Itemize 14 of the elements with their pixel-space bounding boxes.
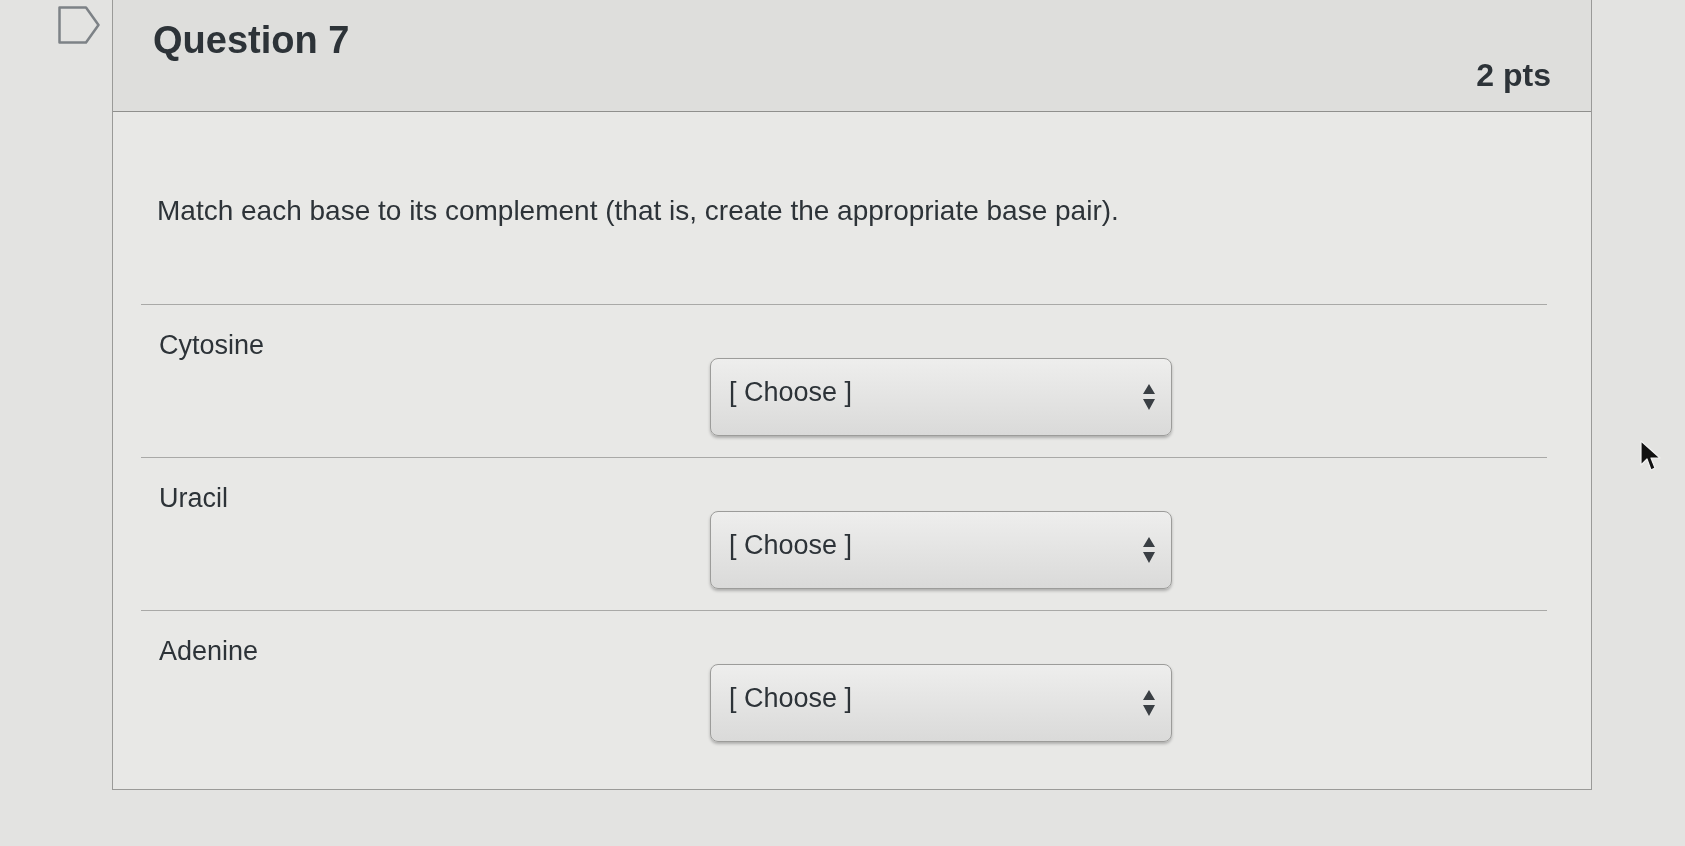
answer-dropdown[interactable]: [ Choose ] — [710, 358, 1172, 436]
match-label: Uracil — [158, 482, 229, 515]
sort-caret-icon — [1143, 690, 1155, 716]
match-label: Cytosine — [158, 329, 266, 362]
sort-caret-icon — [1143, 384, 1155, 410]
question-title: Question 7 — [153, 18, 350, 63]
answer-dropdown[interactable]: [ Choose ] — [710, 511, 1172, 589]
points-label: 2 pts — [1476, 56, 1551, 95]
sort-caret-icon — [1143, 537, 1155, 563]
flag-icon[interactable] — [58, 6, 100, 44]
question-prompt: Match each base to its complement (that is, create the appropriate base pair). — [156, 194, 1120, 228]
mouse-pointer-icon — [1640, 440, 1662, 472]
match-label: Adenine — [158, 635, 260, 668]
answer-dropdown[interactable]: [ Choose ] — [710, 664, 1172, 742]
